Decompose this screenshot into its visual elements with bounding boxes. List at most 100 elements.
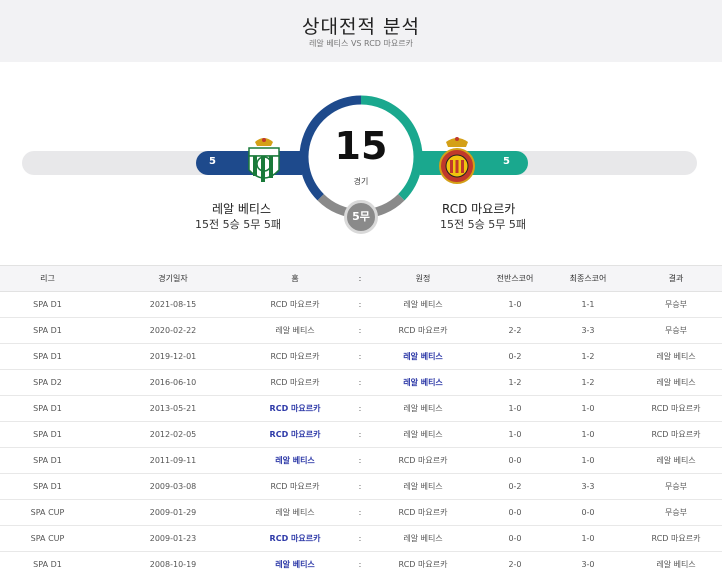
home-team-cell: 레알 베티스 [275,456,315,465]
rcd-mallorca-crest-icon [439,137,475,184]
league-cell: SPA D1 [33,482,62,491]
table-row: SPA D1 2009-03-08 RCD 마요르카: 레알 베티스 0-2 3-3 무승부 [0,474,722,500]
separator-cell: : [358,352,362,361]
date-cell: 2009-01-29 [149,508,197,517]
table-body: SPA D1 2021-08-15 RCD 마요르카: 레알 베티스 1-0 1-1 무승부… [0,292,722,576]
total-matches-label: 경기 [353,177,369,186]
league-cell: SPA D2 [33,378,62,387]
home-team-record: 15전 5승 5무 5패 [195,218,281,231]
half-score-cell: 1-0 [508,404,522,413]
half-score-cell: 2-2 [508,326,522,335]
away-team-cell: RCD 마요르카 [398,560,448,569]
home-team-cell: RCD 마요르카 [269,430,321,439]
result-cell: 레알 베티스 [656,378,696,387]
header-result: 결과 [668,274,684,283]
table-row: SPA CUP 2009-01-29 레알 베티스: RCD 마요르카 0-0 0-0 무승… [0,500,722,526]
away-team-cell: RCD 마요르카 [398,456,448,465]
full-score-cell: 1-2 [581,352,595,361]
away-team-record: 15전 5승 5무 5패 [440,218,526,231]
date-cell: 2009-03-08 [149,482,197,491]
half-score-cell: 0-0 [508,534,522,543]
away-team-cell: RCD 마요르카 [398,326,448,335]
league-cell: SPA D1 [33,560,62,569]
league-cell: SPA D1 [33,430,62,439]
full-score-cell: 0-0 [581,508,595,517]
away-team-cell: 레알 베티스 [403,352,443,361]
league-cell: SPA D1 [33,326,62,335]
separator-cell: : [358,456,362,465]
league-cell: SPA D1 [33,404,62,413]
table-row: SPA D1 2012-02-05 RCD 마요르카: 레알 베티스 1-0 1-0 RCD… [0,422,722,448]
half-score-cell: 0-2 [508,352,522,361]
home-team-cell: 레알 베티스 [275,560,315,569]
league-cell: SPA D1 [33,456,62,465]
result-cell: 레알 베티스 [656,560,696,569]
separator-cell: : [358,430,362,439]
total-matches: 15 [334,124,388,168]
result-cell: RCD 마요르카 [651,430,701,439]
date-cell: 2013-05-21 [149,404,197,413]
full-score-cell: 1-0 [581,534,595,543]
home-team-cell: RCD 마요르카 [270,482,320,491]
page-title: 상대전적 분석 [302,16,420,38]
home-team-cell: RCD 마요르카 [270,378,320,387]
half-score-cell: 0-0 [508,508,522,517]
table-row: SPA D1 2008-10-19 레알 베티스: RCD 마요르카 2-0 3-0 레알 … [0,552,722,576]
result-cell: 무승부 [664,482,688,491]
header-full-score: 최종스코어 [569,274,607,283]
full-score-cell: 1-2 [581,378,595,387]
away-team-cell: 레알 베티스 [403,430,443,439]
result-cell: 무승부 [664,508,688,517]
result-cell: RCD 마요르카 [651,404,701,413]
header-date: 경기일자 [158,274,188,283]
half-score-cell: 0-0 [508,456,522,465]
away-team-cell: 레알 베티스 [403,300,443,309]
separator-cell: : [358,326,362,335]
league-cell: SPA D1 [33,300,62,309]
table-row: SPA D1 2011-09-11 레알 베티스: RCD 마요르카 0-0 1-0 레알 … [0,448,722,474]
header-league: 리그 [40,274,55,283]
table-row: SPA D1 2020-02-22 레알 베티스: RCD 마요르카 2-2 3-3 무승부 [0,318,722,344]
separator-cell: : [358,404,362,413]
full-score-cell: 3-3 [581,482,595,491]
header-away: 원정 [415,274,431,283]
result-cell: 무승부 [664,300,688,309]
league-cell: SPA CUP [30,508,65,517]
home-team-cell: RCD 마요르카 [269,534,321,543]
separator-cell: : [358,534,362,543]
away-team-cell: 레알 베티스 [403,378,443,387]
half-score-cell: 1-0 [508,300,522,309]
date-cell: 2009-01-23 [149,534,197,543]
result-cell: 레알 베티스 [656,352,696,361]
page-subtitle: 레알 베티스 VS RCD 마요르카 [309,39,413,48]
half-score-cell: 1-2 [508,378,522,387]
table-row: SPA D2 2016-06-10 RCD 마요르카: 레알 베티스 1-2 1-2 레알 … [0,370,722,396]
table-row: SPA D1 2019-12-01 RCD 마요르카: 레알 베티스 0-2 1-2 레알 … [0,344,722,370]
away-team-cell: 레알 베티스 [403,534,443,543]
table-row: SPA CUP 2009-01-23 RCD 마요르카: 레알 베티스 0-0 1-0 RC… [0,526,722,552]
away-team-cell: 레알 베티스 [403,482,443,491]
header-half-score: 전반스코어 [496,274,534,283]
separator-cell: : [358,482,362,491]
separator-cell: : [358,508,362,517]
away-team-name: RCD 마요르카 [442,202,516,216]
table-row: SPA D1 2021-08-15 RCD 마요르카: 레알 베티스 1-0 1-1 무승부 [0,292,722,318]
away-team-cell: RCD 마요르카 [398,508,448,517]
home-team-cell: RCD 마요르카 [270,352,320,361]
date-cell: 2021-08-15 [149,300,197,309]
home-win-count: 5 [209,156,216,167]
league-cell: SPA CUP [30,534,65,543]
page-header: 상대전적 분석 레알 베티스 VS RCD 마요르카 [0,0,722,62]
header-separator: : [358,274,362,283]
half-score-cell: 1-0 [508,430,522,439]
draw-count-badge: 5무 [344,200,378,234]
table-header: 리그 경기일자 홈 : 원정 전반스코어 최종스코어 결과 [0,265,722,292]
half-score-cell: 2-0 [508,560,522,569]
full-score-cell: 1-0 [581,430,595,439]
away-team-cell: 레알 베티스 [403,404,443,413]
full-score-cell: 3-3 [581,326,595,335]
league-cell: SPA D1 [33,352,62,361]
separator-cell: : [358,378,362,387]
home-team-cell: 레알 베티스 [275,326,315,335]
real-betis-crest-icon [248,138,280,182]
